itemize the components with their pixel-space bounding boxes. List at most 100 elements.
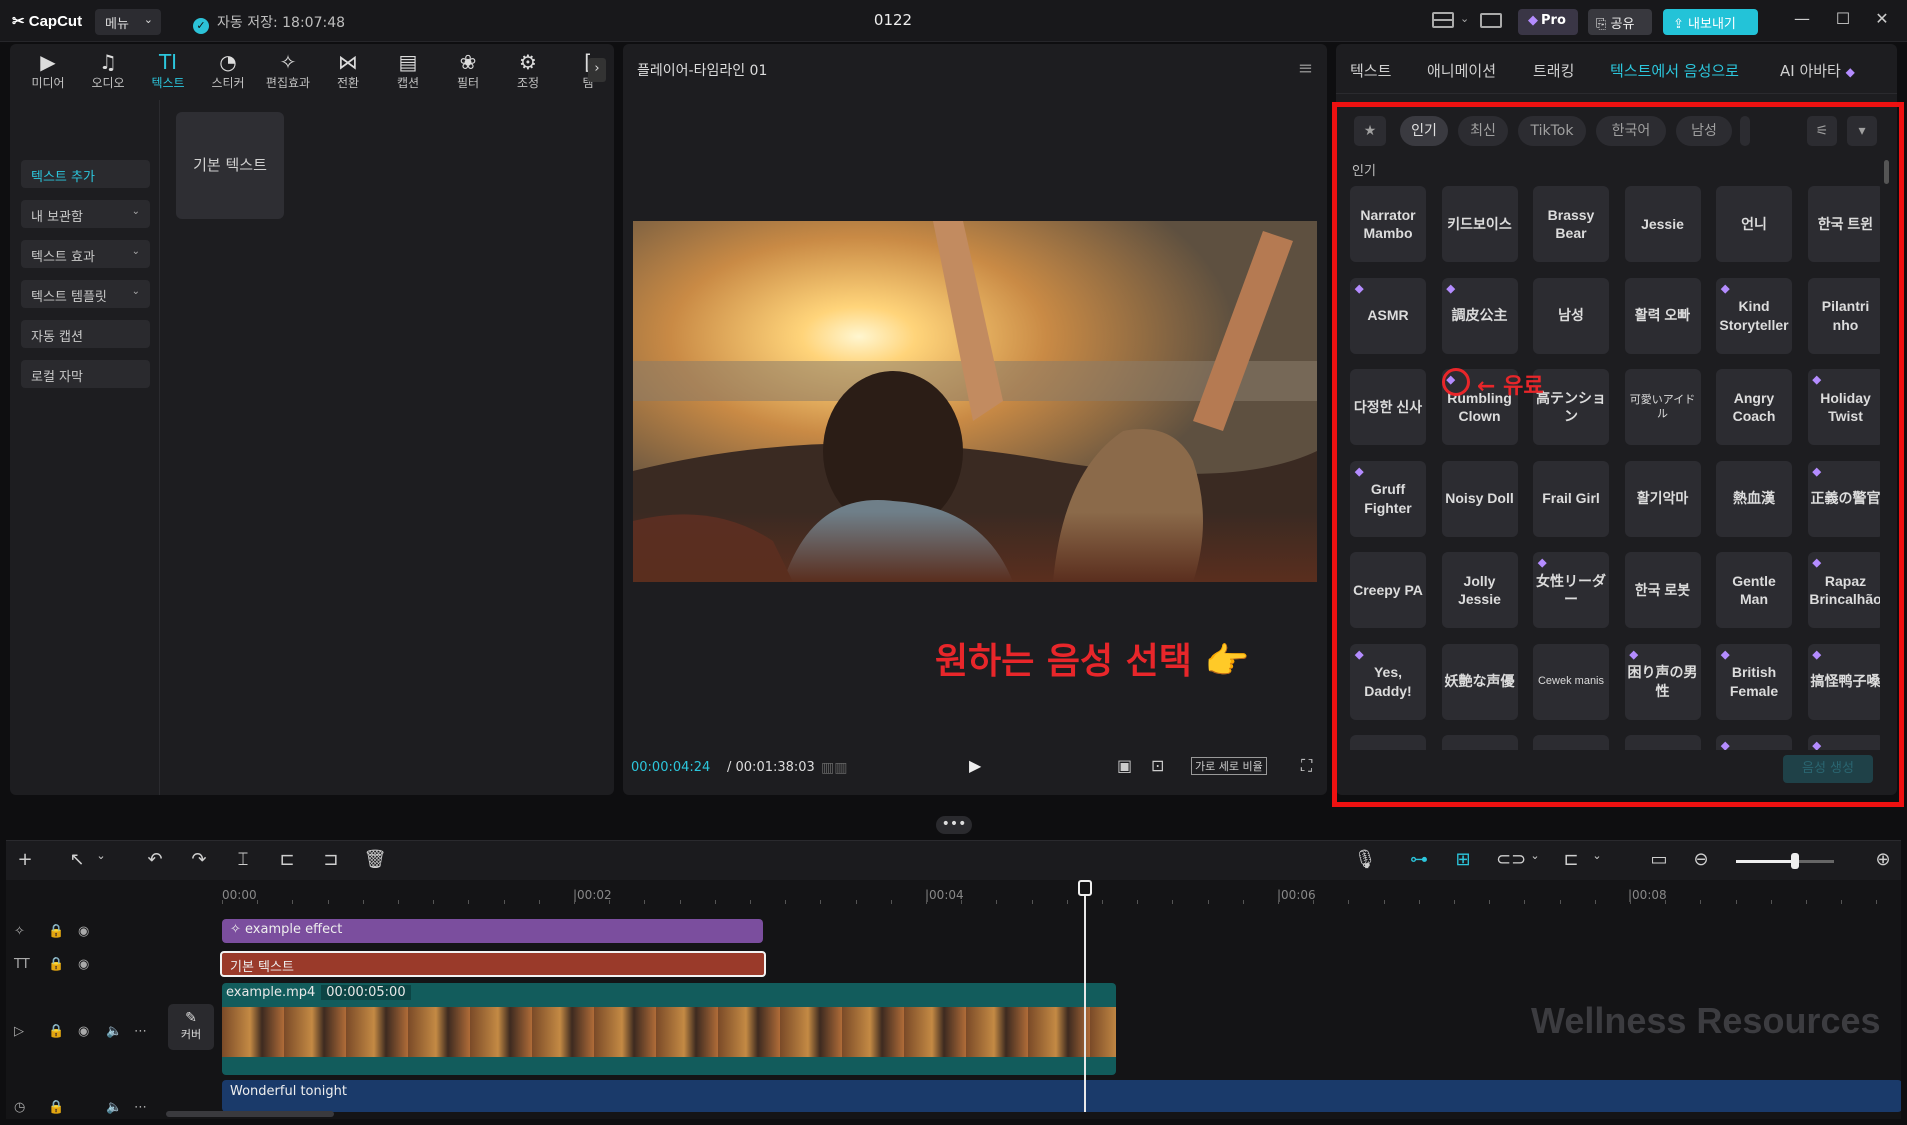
video-clip[interactable]: example.mp4 00:00:05:00 [222,983,1116,1075]
text-effects-item[interactable]: 텍스트 효과 ⌄ [21,240,150,268]
tab-audio[interactable]: ♫ 오디오 [80,50,136,91]
close-icon[interactable]: ✕ [1870,9,1894,28]
tab-animation[interactable]: 애니메이션 [1427,60,1496,81]
chip-tiktok[interactable]: TikTok [1518,116,1586,146]
pro-button[interactable]: ◆ Pro [1518,9,1578,35]
voice-card[interactable] [1441,735,1518,750]
export-button[interactable]: ⇪ 내보내기 [1663,9,1758,35]
hamburger-icon[interactable]: ≡ [1298,58,1313,79]
voice-card[interactable]: ◆ [1807,735,1880,750]
voice-card[interactable]: ◆ 困り声の男性 [1624,643,1701,720]
voice-card[interactable]: ◆ 搞怪鸭子嗓 [1807,643,1880,720]
horizontal-scrollbar[interactable] [166,1111,334,1117]
tab-sticker[interactable]: ◔ 스티커 [200,50,256,91]
text-templates-item[interactable]: 텍스트 템플릿 ⌄ [21,280,150,308]
lock-icon[interactable]: 🔒 [48,1100,64,1115]
filter-icon[interactable]: ⚟ [1807,116,1837,146]
voice-card[interactable]: Jessie [1624,186,1701,262]
chevron-down-icon[interactable]: ⌄ [88,849,114,862]
auto-captions-item[interactable]: 자동 캡션 [21,320,150,348]
voice-card[interactable]: 활력 오빠 [1624,277,1701,354]
add-text-item[interactable]: 텍스트 추가 [21,160,150,188]
audio-clip[interactable]: Wonderful tonight [222,1080,1901,1112]
voice-card[interactable]: ◆ ASMR [1350,277,1426,354]
tab-tracking[interactable]: 트래킹 [1533,60,1574,81]
voice-card[interactable]: 熱血漢 [1716,460,1792,537]
magnet-icon[interactable]: ⊞ [1450,849,1476,870]
voice-card[interactable]: Gentle Man [1716,552,1792,628]
voice-card[interactable]: Pilantri nho [1807,277,1880,354]
voice-card[interactable]: ◆ British Female [1716,643,1792,720]
keyboard-shortcuts-icon[interactable] [1480,13,1502,28]
tab-transition[interactable]: ⋈ 전환 [320,50,376,91]
chevron-right-icon[interactable]: › [588,58,606,82]
more-options-icon[interactable]: ⋯ [134,1100,147,1115]
share-button[interactable]: ⎘ 공유 [1588,9,1652,35]
zoom-in-icon[interactable]: ⊕ [1870,849,1896,870]
minimize-icon[interactable]: — [1790,9,1814,28]
tab-media[interactable]: ▶ 미디어 [20,50,76,91]
voice-card[interactable]: 남성 [1533,277,1609,354]
voice-card[interactable]: Narrator Mambo [1350,186,1426,262]
effect-clip[interactable]: ✧ example effect [222,919,763,943]
split-icon[interactable]: ⌶ [230,849,256,870]
tab-filter[interactable]: ❀ 필터 [440,50,496,91]
chevron-down-icon[interactable]: ⌄ [1522,849,1548,862]
voice-card[interactable] [1624,735,1701,750]
chip-popular[interactable]: 인기 [1400,116,1448,146]
chain-icon[interactable]: ⊂⊃ [1496,849,1526,870]
delete-icon[interactable]: 🗑 [362,849,388,870]
eye-icon[interactable]: ◉ [78,957,89,972]
chevron-down-icon[interactable]: ⌄ [1584,849,1610,862]
voice-card[interactable]: ◆ Yes, Daddy! [1350,643,1426,720]
tab-ai-avatar[interactable]: AI 아바타 ◆ [1780,60,1855,81]
chip-latest[interactable]: 최신 [1458,116,1508,146]
voice-card[interactable]: 언니 [1716,186,1792,262]
voice-card[interactable] [1350,735,1426,750]
eye-icon[interactable]: ◉ [78,1024,89,1039]
cover-button[interactable]: ✎ 커버 [168,1004,214,1050]
preview-axis-icon[interactable]: ⊏ [1558,849,1584,870]
voice-card[interactable]: ◆ [1716,735,1792,750]
voice-card[interactable]: 다정한 신사 [1350,369,1426,445]
local-captions-item[interactable]: 로컬 자막 [21,360,150,388]
voice-card[interactable]: ◆ 女性リーダー [1533,552,1609,628]
menu-button[interactable]: 메뉴 ⌄ [95,9,161,35]
basic-text-tile[interactable]: 기본 텍스트 [176,112,284,219]
display-settings-icon[interactable]: ▭ [1646,849,1672,870]
eye-icon[interactable]: ◉ [78,924,89,939]
chevron-down-icon[interactable]: ▾ [1847,116,1877,146]
lock-icon[interactable]: 🔒 [48,957,64,972]
undo-icon[interactable]: ↶ [142,849,168,870]
snapshot-icon[interactable]: ⊡ [1151,756,1164,775]
microphone-icon[interactable]: 🎙 [1352,849,1378,870]
timeline-grid-icon[interactable]: ▥▥ [821,760,847,776]
lock-icon[interactable]: 🔒 [48,1024,64,1039]
aspect-ratio-button[interactable]: 가로 세로 비율 [1191,757,1267,775]
favorites-star-icon[interactable]: ★ [1354,116,1386,146]
text-clip[interactable]: 기본 텍스트 [220,951,766,977]
tab-captions[interactable]: ▤ 캡션 [380,50,436,91]
tab-effects[interactable]: ✧ 편집효과 [260,50,316,91]
voice-card[interactable]: Jolly Jessie [1441,552,1518,628]
chip-overflow[interactable] [1740,116,1750,146]
voice-card[interactable]: 한국 로봇 [1624,552,1701,628]
tab-text[interactable]: TI 텍스트 [140,50,196,91]
voice-card[interactable]: 妖艶な声優 [1441,643,1518,720]
trim-right-icon[interactable]: ⊐ [318,849,344,870]
speaker-icon[interactable]: 🔈 [106,1024,122,1039]
tab-text-to-speech[interactable]: 텍스트에서 음성으로 [1610,60,1739,81]
chevron-down-icon[interactable]: ⌄ [1460,12,1469,25]
zoom-out-icon[interactable]: ⊖ [1688,849,1714,870]
voice-card[interactable]: Creepy PA [1350,552,1426,628]
speaker-icon[interactable]: 🔈 [106,1100,122,1115]
more-options-icon[interactable]: ⋯ [134,1024,147,1039]
trim-left-icon[interactable]: ⊏ [274,849,300,870]
voice-card[interactable] [1533,735,1609,750]
lock-icon[interactable]: 🔒 [48,924,64,939]
redo-icon[interactable]: ↷ [186,849,212,870]
zoom-slider-knob[interactable] [1791,853,1799,869]
voice-card[interactable]: ◆ Kind Storyteller [1716,277,1792,354]
voice-card[interactable]: 高テンション [1533,369,1609,445]
voice-card[interactable]: Angry Coach [1716,369,1792,445]
